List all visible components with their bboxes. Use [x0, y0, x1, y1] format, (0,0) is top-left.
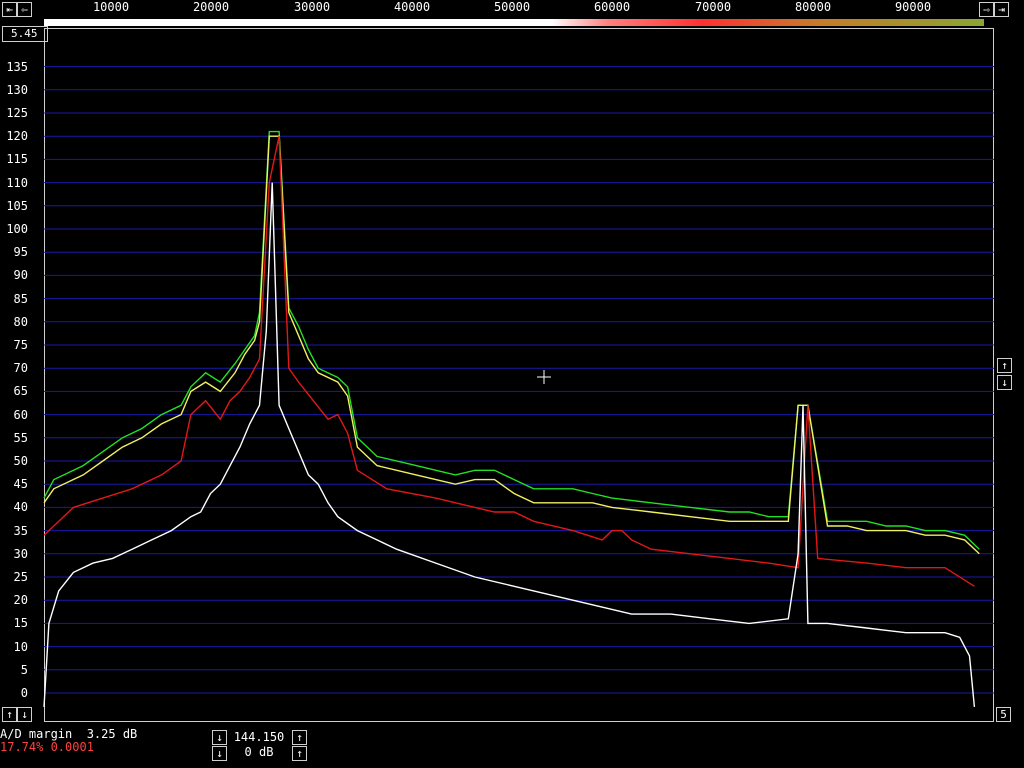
db-up-button[interactable]: ↑: [292, 746, 307, 761]
db-down-button[interactable]: ↓: [212, 746, 227, 761]
arrow-down-icon: ↓: [216, 747, 223, 760]
arrow-up-icon: ↑: [1001, 359, 1008, 372]
bottom-right-button[interactable]: 5: [996, 707, 1011, 722]
scale-up-button[interactable]: ↑: [997, 358, 1012, 373]
freq-value[interactable]: 144.150: [227, 730, 291, 744]
arrow-up-icon: ↑: [6, 708, 13, 721]
arrow-down-icon: ↓: [1001, 376, 1008, 389]
freq-down-button[interactable]: ↓: [212, 730, 227, 745]
bottom-up-button[interactable]: ↑: [2, 707, 17, 722]
arrow-up-icon: ↑: [296, 731, 303, 744]
stats-text: 17.74% 0.0001: [0, 740, 94, 754]
red-trace: [43, 136, 975, 587]
db-value[interactable]: 0 dB: [227, 745, 291, 759]
freq-up-button[interactable]: ↑: [292, 730, 307, 745]
white-trace: [43, 182, 976, 707]
ad-margin-text: A/D margin 3.25 dB: [0, 727, 138, 741]
arrow-down-icon: ↓: [21, 708, 28, 721]
bottom-right-label: 5: [1000, 708, 1007, 721]
arrow-down-icon: ↓: [216, 731, 223, 744]
scale-down-button[interactable]: ↓: [997, 375, 1012, 390]
arrow-up-icon: ↑: [296, 747, 303, 760]
bottom-down-button[interactable]: ↓: [17, 707, 32, 722]
frequency-stepper[interactable]: ↓ 144.150 ↑ ↓ 0 dB ↑: [212, 730, 307, 762]
green-trace: [43, 130, 980, 550]
spectrum-chart[interactable]: [0, 0, 1024, 768]
